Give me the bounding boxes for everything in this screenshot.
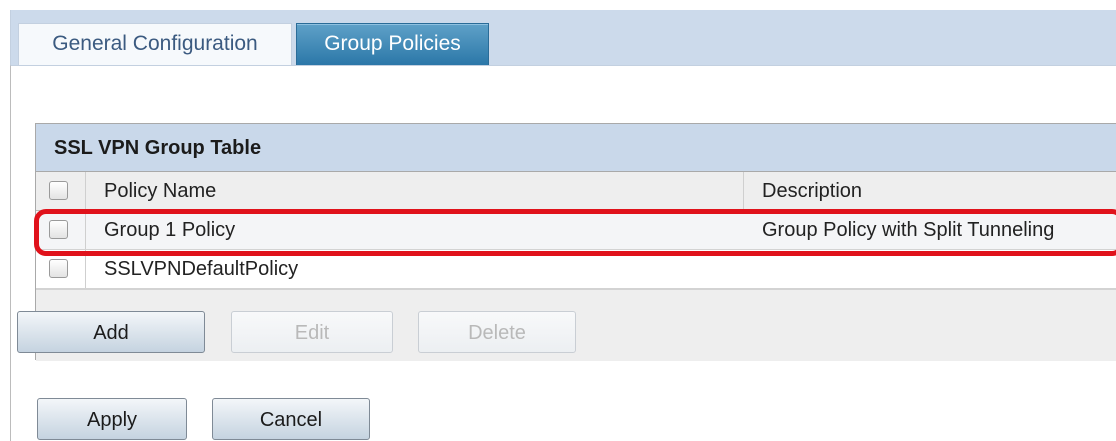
row-check-cell xyxy=(36,250,86,288)
row-checkbox[interactable] xyxy=(49,259,68,278)
row-checkbox[interactable] xyxy=(49,220,68,239)
policy-description: Group Policy with Split Tunneling xyxy=(762,219,1055,241)
select-all-cell xyxy=(36,172,86,210)
cancel-button[interactable]: Cancel xyxy=(212,398,370,440)
table-row[interactable]: Group 1 Policy Group Policy with Split T… xyxy=(36,211,1116,250)
row-check-cell xyxy=(36,211,86,249)
tab-bar: General Configuration Group Policies xyxy=(0,0,1116,65)
policy-name: Group 1 Policy xyxy=(104,219,236,241)
tab-general-configuration[interactable]: General Configuration xyxy=(18,23,292,65)
column-header-description: Description xyxy=(762,180,863,202)
apply-button[interactable]: Apply xyxy=(37,398,187,440)
tab-group-policies[interactable]: Group Policies xyxy=(296,23,489,65)
select-all-checkbox[interactable] xyxy=(49,181,68,200)
table-title: SSL VPN Group Table xyxy=(36,124,1116,172)
column-divider xyxy=(743,172,744,210)
policy-name: SSLVPNDefaultPolicy xyxy=(104,258,299,280)
add-button[interactable]: Add xyxy=(17,311,205,353)
table-header-row: Policy Name Description xyxy=(36,172,1116,211)
edit-button[interactable]: Edit xyxy=(231,311,393,353)
column-header-policy-name: Policy Name xyxy=(104,180,217,202)
delete-button[interactable]: Delete xyxy=(418,311,576,353)
table-row[interactable]: SSLVPNDefaultPolicy xyxy=(36,250,1116,289)
